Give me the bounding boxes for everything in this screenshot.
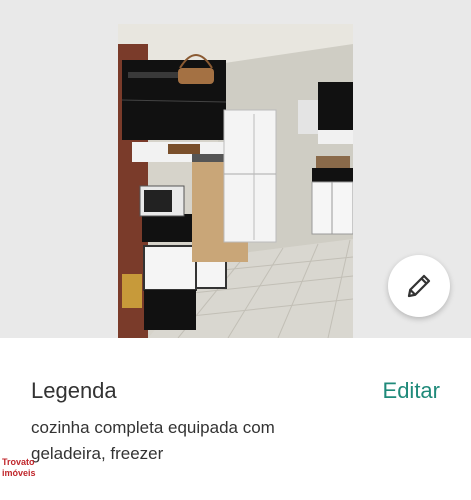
watermark-logo: Trovato imóveis (2, 457, 36, 479)
edit-caption-link[interactable]: Editar (383, 378, 440, 404)
kitchen-photo-illustration (118, 24, 353, 338)
caption-text: cozinha completa equipada com geladeira,… (31, 418, 275, 463)
edit-photo-button[interactable] (388, 255, 450, 317)
watermark-line-2: imóveis (2, 468, 36, 478)
photo-viewer (0, 0, 471, 338)
pencil-icon (407, 274, 431, 298)
watermark-line-1: Trovato (2, 457, 35, 467)
caption-title: Legenda (31, 378, 117, 403)
kitchen-photo[interactable] (118, 24, 353, 338)
